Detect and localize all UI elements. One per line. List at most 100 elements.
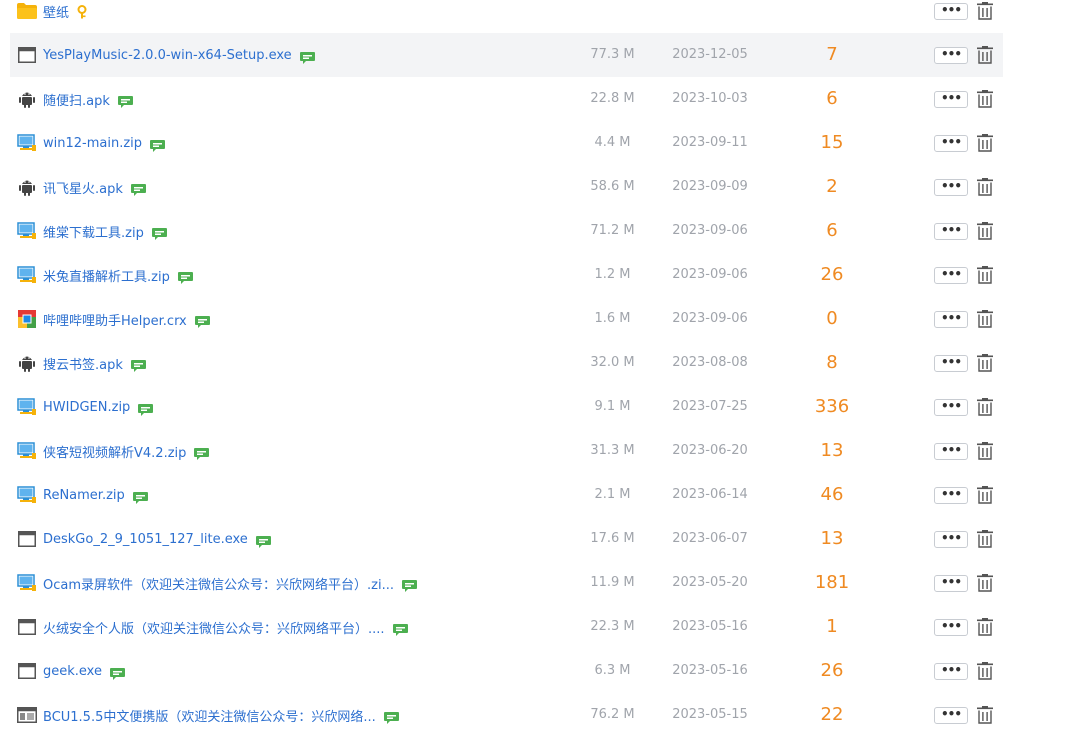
file-date: 2023-07-25 bbox=[672, 399, 748, 414]
file-name-link[interactable]: 随便扫.apk bbox=[43, 90, 110, 109]
file-row[interactable]: 维棠下载工具.zip 71.2 M 2023-09-06 6 ••• bbox=[10, 209, 1003, 253]
comment-icon[interactable] bbox=[194, 313, 210, 328]
file-row[interactable]: HWIDGEN.zip 9.1 M 2023-07-25 336 ••• bbox=[10, 385, 1003, 429]
file-name-link[interactable]: YesPlayMusic-2.0.0-win-x64-Setup.exe bbox=[43, 48, 292, 63]
file-size: 1.2 M bbox=[594, 267, 631, 282]
file-name-link[interactable]: win12-main.zip bbox=[43, 136, 142, 151]
file-name-link[interactable]: Ocam录屏软件（欢迎关注微信公众号：兴欣网络平台）.zi... bbox=[43, 574, 394, 593]
comment-icon[interactable] bbox=[299, 49, 315, 64]
trash-icon[interactable] bbox=[977, 662, 993, 680]
more-options-button[interactable]: ••• bbox=[934, 575, 968, 592]
comment-icon[interactable] bbox=[392, 621, 408, 636]
file-row[interactable]: 火绒安全个人版（欢迎关注微信公众号：兴欣网络平台）.... 22.3 M 2023-… bbox=[10, 605, 1003, 649]
more-options-button[interactable]: ••• bbox=[934, 487, 968, 504]
file-row[interactable]: 米兔直播解析工具.zip 1.2 M 2023-09-06 26 ••• bbox=[10, 253, 1003, 297]
image-window-icon bbox=[17, 705, 37, 725]
file-size: 22.8 M bbox=[590, 91, 635, 106]
archive-icon bbox=[17, 133, 37, 153]
comment-icon[interactable] bbox=[194, 445, 210, 460]
file-name-link[interactable]: 搜云书签.apk bbox=[43, 354, 123, 373]
more-options-button[interactable]: ••• bbox=[934, 223, 968, 240]
more-options-button[interactable]: ••• bbox=[934, 443, 968, 460]
trash-icon[interactable] bbox=[977, 90, 993, 108]
trash-icon[interactable] bbox=[977, 134, 993, 152]
file-name-link[interactable]: 火绒安全个人版（欢迎关注微信公众号：兴欣网络平台）.... bbox=[43, 618, 385, 637]
comment-icon[interactable] bbox=[117, 93, 133, 108]
trash-icon[interactable] bbox=[977, 618, 993, 636]
file-name-link[interactable]: DeskGo_2_9_1051_127_lite.exe bbox=[43, 532, 248, 547]
file-row[interactable]: Ocam录屏软件（欢迎关注微信公众号：兴欣网络平台）.zi... 11.9 M 20… bbox=[10, 561, 1003, 605]
comment-icon[interactable] bbox=[255, 533, 271, 548]
file-row[interactable]: 侠客短视频解析V4.2.zip 31.3 M 2023-06-20 13 ••• bbox=[10, 429, 1003, 473]
trash-icon[interactable] bbox=[977, 574, 993, 592]
key-icon bbox=[75, 4, 89, 19]
file-name-link[interactable]: HWIDGEN.zip bbox=[43, 400, 130, 415]
file-name-link[interactable]: BCU1.5.5中文便携版（欢迎关注微信公众号：兴欣网络... bbox=[43, 706, 376, 725]
comment-icon[interactable] bbox=[150, 137, 166, 152]
file-size: 32.0 M bbox=[590, 355, 635, 370]
file-name-link[interactable]: geek.exe bbox=[43, 664, 102, 679]
trash-icon[interactable] bbox=[977, 398, 993, 416]
more-options-button[interactable]: ••• bbox=[934, 135, 968, 152]
android-icon bbox=[17, 177, 37, 197]
file-row[interactable]: geek.exe 6.3 M 2023-05-16 26 ••• bbox=[10, 649, 1003, 693]
file-name-link[interactable]: 壁纸 bbox=[43, 2, 69, 21]
trash-icon[interactable] bbox=[977, 530, 993, 548]
trash-icon[interactable] bbox=[977, 266, 993, 284]
comment-icon[interactable] bbox=[138, 401, 154, 416]
file-row[interactable]: DeskGo_2_9_1051_127_lite.exe 17.6 M 2023-0… bbox=[10, 517, 1003, 561]
comment-icon[interactable] bbox=[177, 269, 193, 284]
file-name-link[interactable]: 侠客短视频解析V4.2.zip bbox=[43, 442, 186, 461]
comment-icon[interactable] bbox=[130, 181, 146, 196]
more-options-button[interactable]: ••• bbox=[934, 707, 968, 724]
file-row[interactable]: ReNamer.zip 2.1 M 2023-06-14 46 ••• bbox=[10, 473, 1003, 517]
comment-icon[interactable] bbox=[383, 709, 399, 724]
trash-icon[interactable] bbox=[977, 354, 993, 372]
file-row[interactable]: 搜云书签.apk 32.0 M 2023-08-08 8 ••• bbox=[10, 341, 1003, 385]
comment-icon[interactable] bbox=[109, 665, 125, 680]
download-count: 46 bbox=[820, 484, 844, 505]
file-row[interactable]: 讯飞星火.apk 58.6 M 2023-09-09 2 ••• bbox=[10, 165, 1003, 209]
file-name-link[interactable]: 哔哩哔哩助手Helper.crx bbox=[43, 310, 187, 329]
file-name-link[interactable]: 讯飞星火.apk bbox=[43, 178, 123, 197]
file-date: 2023-06-07 bbox=[672, 531, 748, 546]
file-row[interactable]: 哔哩哔哩助手Helper.crx 1.6 M 2023-09-06 0 ••• bbox=[10, 297, 1003, 341]
file-row[interactable]: win12-main.zip 4.4 M 2023-09-11 15 ••• bbox=[10, 121, 1003, 165]
trash-icon[interactable] bbox=[977, 222, 993, 240]
more-options-button[interactable]: ••• bbox=[934, 531, 968, 548]
file-name-link[interactable]: 米兔直播解析工具.zip bbox=[43, 266, 170, 285]
more-options-button[interactable]: ••• bbox=[934, 47, 968, 64]
comment-icon[interactable] bbox=[151, 225, 167, 240]
more-options-button[interactable]: ••• bbox=[934, 3, 968, 20]
file-name-link[interactable]: 维棠下载工具.zip bbox=[43, 222, 144, 241]
more-options-button[interactable]: ••• bbox=[934, 355, 968, 372]
more-options-button[interactable]: ••• bbox=[934, 91, 968, 108]
download-count: 6 bbox=[826, 220, 838, 241]
download-count: 7 bbox=[826, 44, 838, 65]
file-date: 2023-08-08 bbox=[672, 355, 748, 370]
more-options-button[interactable]: ••• bbox=[934, 179, 968, 196]
file-name-link[interactable]: ReNamer.zip bbox=[43, 488, 125, 503]
archive-icon bbox=[17, 221, 37, 241]
trash-icon[interactable] bbox=[977, 46, 993, 64]
more-options-button[interactable]: ••• bbox=[934, 663, 968, 680]
trash-icon[interactable] bbox=[977, 442, 993, 460]
more-options-button[interactable]: ••• bbox=[934, 311, 968, 328]
comment-icon[interactable] bbox=[401, 577, 417, 592]
comment-icon[interactable] bbox=[130, 357, 146, 372]
folder-row[interactable]: 壁纸 ••• bbox=[10, 0, 1003, 33]
file-row[interactable]: BCU1.5.5中文便携版（欢迎关注微信公众号：兴欣网络... 76.2 M 202… bbox=[10, 693, 1003, 737]
file-date: 2023-12-05 bbox=[672, 47, 748, 62]
more-options-button[interactable]: ••• bbox=[934, 267, 968, 284]
file-size: 58.6 M bbox=[590, 179, 635, 194]
trash-icon[interactable] bbox=[977, 706, 993, 724]
more-options-button[interactable]: ••• bbox=[934, 619, 968, 636]
trash-icon[interactable] bbox=[977, 178, 993, 196]
trash-icon[interactable] bbox=[977, 310, 993, 328]
trash-icon[interactable] bbox=[977, 2, 993, 20]
file-row[interactable]: YesPlayMusic-2.0.0-win-x64-Setup.exe 77.3… bbox=[10, 33, 1003, 77]
trash-icon[interactable] bbox=[977, 486, 993, 504]
more-options-button[interactable]: ••• bbox=[934, 399, 968, 416]
comment-icon[interactable] bbox=[132, 489, 148, 504]
file-row[interactable]: 随便扫.apk 22.8 M 2023-10-03 6 ••• bbox=[10, 77, 1003, 121]
